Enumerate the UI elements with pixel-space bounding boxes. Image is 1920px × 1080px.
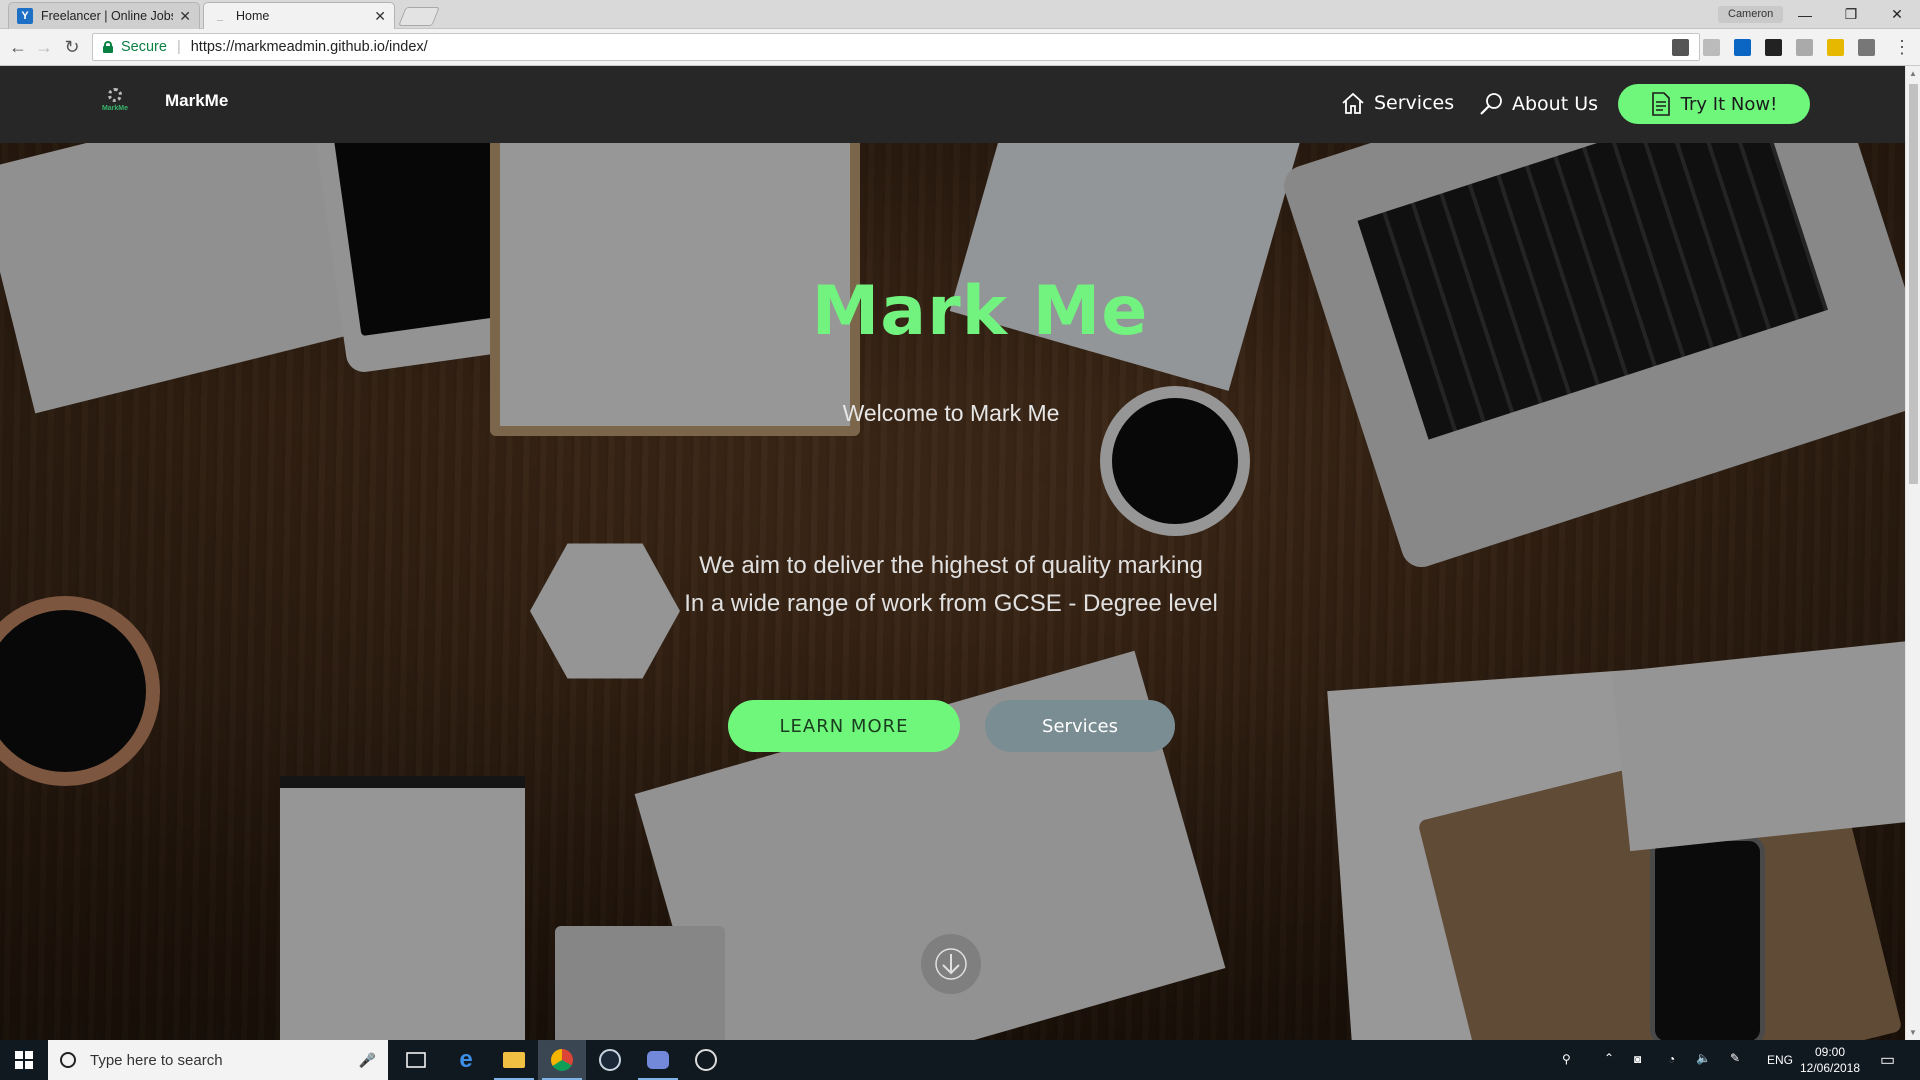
windows-taskbar: Type here to search 🎤 e ⚲ ⌃ ◙ ◔ 🔈 ✎ ENG … [0, 1040, 1920, 1080]
secure-label: Secure [121, 39, 167, 55]
scroll-down-button[interactable] [921, 934, 981, 994]
people-icon[interactable]: ⚲ [1562, 1052, 1571, 1066]
clock[interactable]: 09:00 12/06/2018 [1798, 1044, 1862, 1076]
scroll-down-icon[interactable]: ▼ [1909, 1028, 1917, 1037]
freelancer-icon: Y [17, 8, 33, 24]
try-it-now-label: Try It Now! [1680, 93, 1778, 115]
nav-about[interactable]: About Us [1478, 91, 1598, 117]
close-icon[interactable]: ✕ [374, 8, 386, 25]
gear-icon [108, 88, 122, 102]
lock-icon [103, 41, 113, 53]
forward-icon[interactable]: → [32, 35, 56, 59]
profile-button[interactable]: Cameron [1718, 6, 1784, 23]
language-indicator[interactable]: ENG [1767, 1053, 1793, 1067]
nav-services-label: Services [1374, 92, 1455, 114]
close-window-icon[interactable]: ✕ [1874, 0, 1920, 29]
document-icon [1651, 92, 1670, 116]
start-button[interactable] [0, 1040, 48, 1080]
task-view-icon[interactable] [392, 1040, 440, 1080]
network-icon[interactable]: ◔ [1668, 1052, 1675, 1066]
nav-services[interactable]: Services [1340, 91, 1454, 115]
logo[interactable]: MarkMe [98, 86, 132, 120]
home-icon [1342, 92, 1364, 114]
try-it-now-button[interactable]: Try It Now! [1618, 84, 1810, 124]
address-bar[interactable]: Secure | https://markmeadmin.github.io/i… [92, 33, 1700, 61]
arrow-down-icon [935, 948, 967, 980]
hero-subtitle: Welcome to Mark Me [842, 400, 1060, 426]
discord-tray-icon[interactable]: ◙ [1634, 1052, 1641, 1066]
discord-icon[interactable] [634, 1040, 682, 1080]
microphone-icon[interactable]: 🎤 [359, 1052, 376, 1069]
scrollbar-thumb[interactable] [1909, 84, 1918, 484]
clock-time: 09:00 [1814, 1045, 1846, 1059]
search-placeholder: Type here to search [90, 1051, 223, 1069]
page-scrollbar[interactable]: ▲ ▼ [1905, 66, 1920, 1040]
extension-icon[interactable] [1703, 39, 1720, 56]
volume-icon[interactable]: 🔈 [1696, 1051, 1711, 1065]
cortana-icon [60, 1052, 76, 1068]
extension-icon[interactable] [1858, 39, 1875, 56]
pen-icon[interactable]: ✎ [1730, 1051, 1740, 1065]
hero-section: Mark Me Welcome to Mark Me We aim to del… [0, 66, 1905, 1040]
extension-icon[interactable] [1827, 39, 1844, 56]
steam-icon[interactable] [586, 1040, 634, 1080]
restore-icon[interactable]: ❐ [1828, 0, 1874, 29]
windows-icon [15, 1051, 33, 1069]
browser-toolbar: ← → ↻ Secure | https://markmeadmin.githu… [0, 29, 1920, 66]
extension-icon[interactable] [1796, 39, 1813, 56]
search-icon [1480, 93, 1502, 115]
learn-more-button[interactable]: LEARN MORE [728, 700, 960, 752]
chevron-up-icon[interactable]: ⌃ [1604, 1051, 1614, 1065]
notifications-icon[interactable]: ▭ [1880, 1050, 1895, 1070]
web-page: Mark Me Welcome to Mark Me We aim to del… [0, 66, 1905, 1040]
hero-description-line: We aim to deliver the highest of quality… [699, 552, 1203, 579]
tab-freelancer[interactable]: Y Freelancer | Online Jobs | ✕ [8, 2, 200, 29]
tab-title: Home [236, 9, 270, 23]
taskbar-search[interactable]: Type here to search 🎤 [48, 1040, 388, 1080]
nav-about-label: About Us [1512, 93, 1599, 115]
browser-tabstrip: Y Freelancer | Online Jobs | ✕ _ Home ✕ … [0, 0, 1920, 29]
close-icon[interactable]: ✕ [179, 8, 191, 25]
reload-icon[interactable]: ↻ [60, 35, 84, 59]
file-explorer-icon[interactable] [490, 1040, 538, 1080]
scroll-up-icon[interactable]: ▲ [1909, 69, 1917, 78]
services-button[interactable]: Services [985, 700, 1175, 752]
page-icon: _ [216, 10, 224, 22]
chrome-icon[interactable] [538, 1040, 586, 1080]
edge-icon[interactable]: e [442, 1040, 490, 1080]
hero-title: Mark Me [811, 272, 1149, 351]
back-icon[interactable]: ← [6, 35, 30, 59]
menu-icon[interactable]: ⋮ [1890, 35, 1914, 59]
clock-date: 12/06/2018 [1799, 1061, 1861, 1075]
pocket-extension-icon[interactable] [1672, 39, 1689, 56]
logo-caption: MarkMe [101, 105, 129, 112]
site-navbar: MarkMe MarkMe Services About Us Try It N… [0, 66, 1905, 143]
brand-name[interactable]: MarkMe [165, 91, 228, 111]
new-tab-button[interactable] [398, 7, 440, 26]
app-icon[interactable] [682, 1040, 730, 1080]
minimize-icon[interactable]: — [1782, 0, 1828, 29]
linkedin-extension-icon[interactable] [1734, 39, 1751, 56]
divider: | [176, 39, 181, 55]
tab-home[interactable]: _ Home ✕ [203, 2, 395, 29]
extension-icon[interactable] [1765, 39, 1782, 56]
url-text[interactable]: https://markmeadmin.github.io/index/ [191, 39, 428, 55]
hero-description-line: In a wide range of work from GCSE - Degr… [684, 590, 1218, 617]
tab-title: Freelancer | Online Jobs | [41, 9, 174, 23]
